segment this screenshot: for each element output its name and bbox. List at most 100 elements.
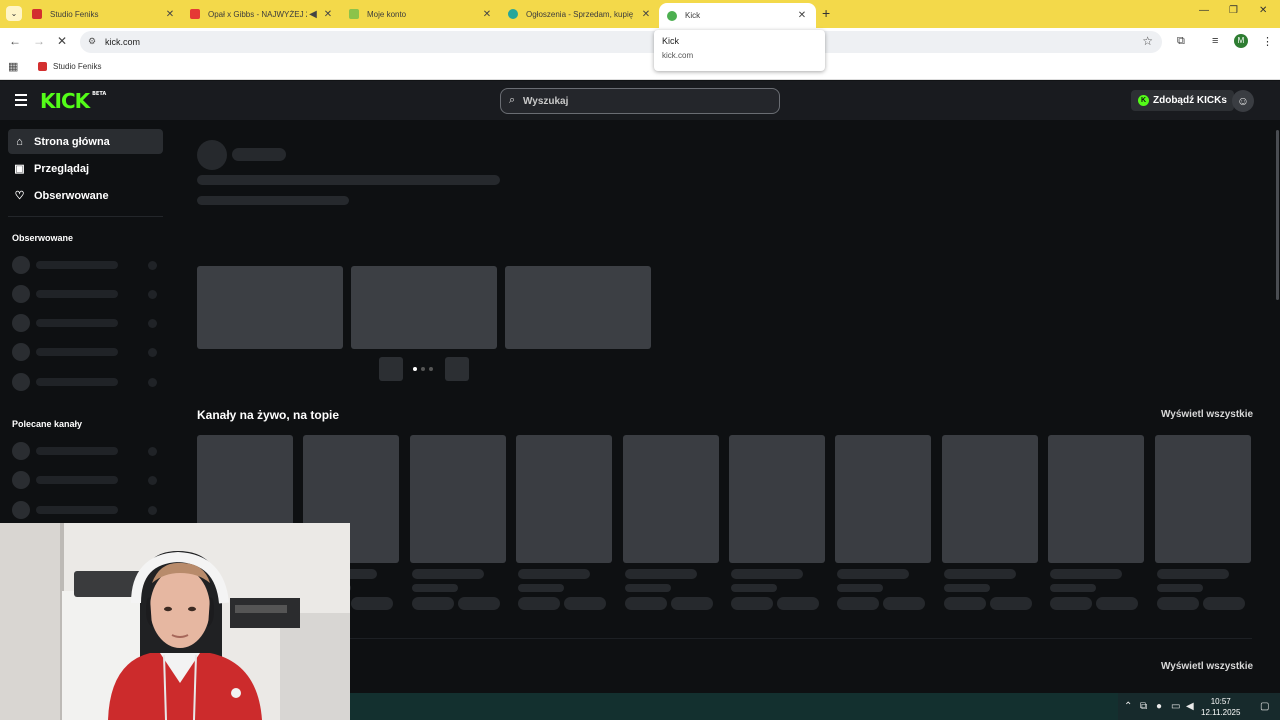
tab-title: Ogłoszenia - Sprzedam, kupię [526,9,634,19]
channel-skeleton-row [12,256,162,274]
see-all-link[interactable]: Wyświetl wszystkie [1161,409,1253,420]
bookmark-item[interactable]: Studio Feniks [38,62,101,71]
tab-favicon-icon [508,9,518,19]
webcam-overlay [0,523,350,720]
browser-toolbar: ← → ✕ ⚙ kick.com ☆ ⧉ ≡ ⋮ [0,28,1280,56]
stream-channel-skeleton [837,584,883,592]
tab-favicon-icon [32,9,42,19]
see-all-link[interactable]: Wyświetl wszystkie [1161,661,1253,672]
close-tab-icon[interactable]: ✕ [164,9,176,20]
speaker-icon[interactable]: ◀ [307,9,319,20]
stream-thumbnail-skeleton[interactable] [410,435,506,563]
bookmark-label: Studio Feniks [53,62,102,71]
chevron-up-icon[interactable]: ⌃ [1124,701,1132,712]
system-tray: ⌃ ⧉ ● ▭ ◀ 10:57 12.11.2025 ▢ [1118,693,1280,720]
stream-thumbnail-skeleton[interactable] [516,435,612,563]
extensions-icon[interactable]: ⧉ [1177,35,1185,48]
stream-channel-skeleton [1050,584,1096,592]
browser-tab[interactable]: Moje konto ✕ [349,4,493,24]
get-kicks-button[interactable]: K Zdobądź KICKs [1131,90,1234,111]
hamburger-menu-icon[interactable] [15,94,27,106]
stream-thumbnail-skeleton[interactable] [729,435,825,563]
close-tab-icon[interactable]: ✕ [640,9,652,20]
clock-date: 12.11.2025 [1201,708,1241,717]
carousel-prev-button[interactable] [379,357,403,381]
stream-tag-skeleton [837,597,879,610]
minimize-icon[interactable]: — [1199,5,1209,16]
sidebar-item-label: Obserwowane [34,189,109,202]
search-box[interactable]: ⌕ [500,88,780,114]
kicks-coin-icon: K [1138,95,1149,106]
stream-tag-skeleton [625,597,667,610]
apps-grid-icon[interactable]: ▦ [8,60,18,73]
close-tab-icon[interactable]: ✕ [322,9,334,20]
bookmarks-bar: ▦ Studio Feniks [0,56,1280,80]
clock[interactable]: 10:57 12.11.2025 [1201,696,1240,718]
channel-skeleton-row [12,442,162,460]
stream-channel-skeleton [625,584,671,592]
stream-tag-skeleton [883,597,925,610]
stream-thumbnail-skeleton[interactable] [623,435,719,563]
address-url[interactable]: kick.com [105,37,140,47]
carousel-next-button[interactable] [445,357,469,381]
notifications-icon[interactable]: ▢ [1260,701,1269,712]
microphone-icon[interactable]: ● [1156,701,1162,712]
browser-tab-active[interactable]: Kick ✕ [659,3,816,28]
stream-thumbnail-skeleton[interactable] [1155,435,1251,563]
browser-tab[interactable]: Studio Feniks ✕ [32,4,176,24]
media-controls-icon[interactable]: ≡ [1212,35,1218,47]
browser-tab[interactable]: Ogłoszenia - Sprzedam, kupię ✕ [508,4,652,24]
tab-title: Opał x Gibbs - NAJWYŻEJ 2 [208,9,307,19]
new-tab-plus-icon[interactable]: + [822,5,830,21]
volume-icon[interactable]: ◀ [1186,701,1194,712]
clock-time: 10:57 [1210,697,1231,706]
stream-tag-skeleton [351,597,393,610]
tab-favicon-icon [349,9,359,19]
stop-loading-icon[interactable]: ✕ [57,34,67,48]
forward-icon[interactable]: → [33,34,45,48]
user-avatar[interactable]: ☺ [1232,90,1254,112]
channel-skeleton-row [12,285,162,303]
app-tray-icon[interactable]: ⧉ [1140,701,1147,712]
stream-thumbnail-skeleton[interactable] [835,435,931,563]
close-window-icon[interactable]: ✕ [1259,5,1267,16]
bookmark-favicon-icon [38,62,47,71]
sidebar-item-label: Strona główna [34,135,110,148]
carousel-card-skeleton [505,266,651,349]
browser-tab[interactable]: Opał x Gibbs - NAJWYŻEJ 2 ◀ ✕ [190,4,334,24]
webcam-bottom-strip [350,693,1128,720]
browse-icon: ▣ [14,163,25,175]
profile-avatar[interactable]: M [1234,34,1248,48]
close-tab-icon[interactable]: ✕ [796,10,808,21]
sidebar-item-following[interactable]: ♡ Obserwowane [8,183,163,208]
address-bar[interactable]: ⚙ kick.com ☆ [80,31,1162,53]
page-scrollbar[interactable] [1276,130,1279,300]
stream-thumbnail-skeleton[interactable] [942,435,1038,563]
site-info-icon[interactable]: ⚙ [88,36,96,47]
carousel-card-skeleton [351,266,497,349]
heart-icon: ♡ [14,190,25,202]
stream-thumbnail-skeleton[interactable] [1048,435,1144,563]
stream-title-skeleton [837,569,909,579]
logo-text: KICK [40,89,90,113]
kick-logo[interactable]: KICK BETA [40,89,106,113]
tab-search-chevron-icon[interactable]: ⌄ [6,6,22,21]
back-icon[interactable]: ← [9,34,21,48]
close-tab-icon[interactable]: ✕ [481,9,493,20]
sidebar-item-label: Przeglądaj [34,162,90,175]
stream-title-skeleton [1050,569,1122,579]
bookmark-star-icon[interactable]: ☆ [1142,34,1153,48]
stream-title-skeleton [518,569,590,579]
restore-icon[interactable]: ❐ [1229,5,1238,16]
network-icon[interactable]: ▭ [1171,701,1180,712]
stream-channel-skeleton [518,584,564,592]
kick-header: KICKBETA ⌕ K Zdobądź KICKs ☺ [0,81,1280,120]
sidebar-item-home[interactable]: ⌂ Strona główna [8,129,163,154]
stream-title-skeleton [944,569,1016,579]
carousel-card-skeleton [197,266,343,349]
search-input[interactable] [523,93,763,109]
sidebar-item-browse[interactable]: ▣ Przeglądaj [8,156,163,181]
more-menu-icon[interactable]: ⋮ [1262,35,1273,48]
hover-card-title: Kick [662,36,680,46]
stream-tag-skeleton [777,597,819,610]
